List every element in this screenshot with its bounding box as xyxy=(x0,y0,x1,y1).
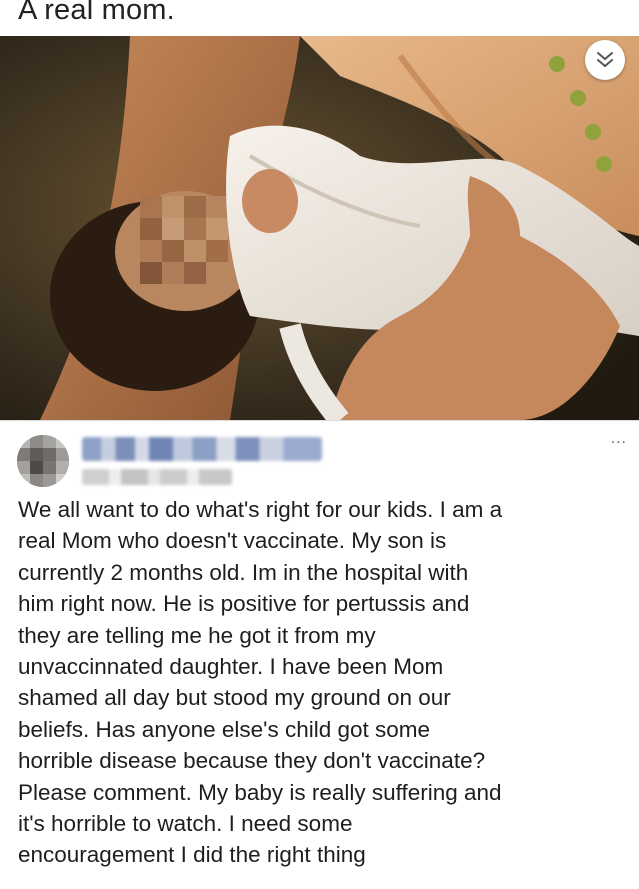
blurred-author-name[interactable] xyxy=(82,437,322,461)
avatar[interactable] xyxy=(17,435,69,487)
post-body-text: We all want to do what's right for our k… xyxy=(18,497,503,868)
page-title: A real mom. xyxy=(18,0,175,26)
photo-illustration xyxy=(0,36,639,420)
post-card: ... We all want to do what's right for o… xyxy=(0,420,639,889)
post-photo[interactable] xyxy=(0,36,639,420)
blurred-avatar-icon xyxy=(17,435,69,487)
more-options-icon[interactable]: ... xyxy=(611,431,627,447)
collapse-button[interactable] xyxy=(585,40,625,80)
double-chevron-down-icon xyxy=(597,52,613,68)
blurred-timestamp xyxy=(82,469,232,485)
